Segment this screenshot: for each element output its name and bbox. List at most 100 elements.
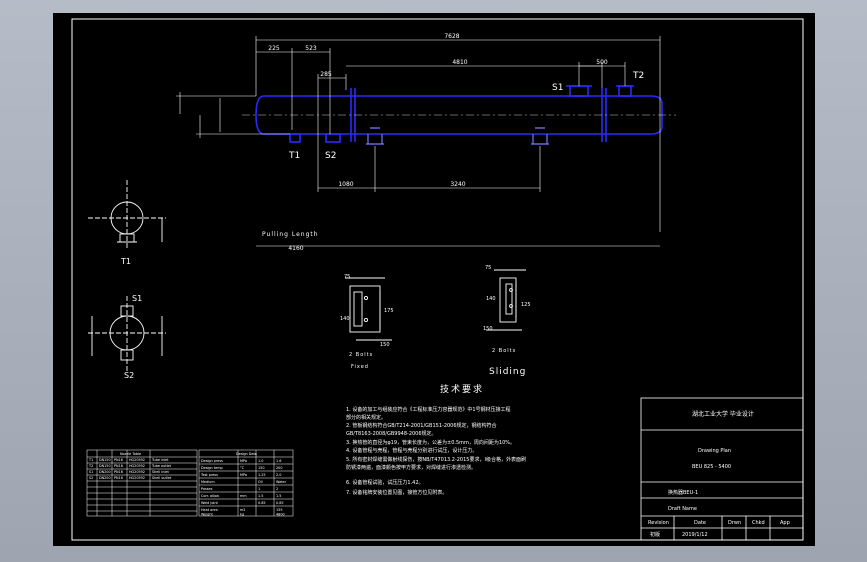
fixed-dim-inner: 175 — [384, 308, 394, 314]
row-date: 2019/1/12 — [682, 532, 708, 538]
design-row: 150 — [258, 466, 264, 470]
note-line: 2. 管板钢结构符合GB/T214-2001/GB151-2006规定，钢结构符… — [346, 422, 497, 429]
design-row: 1.25 — [258, 473, 266, 477]
fixed-caption: Fixed — [351, 364, 369, 370]
cad-drawing-canvas: 7628 225 523 285 4810 500 1080 3240 4160… — [53, 13, 815, 546]
title-company: 湖北工业大学 毕业设计 — [692, 410, 754, 418]
nozzle-row: T1 — [88, 458, 93, 462]
side-label-s2: S2 — [124, 371, 134, 380]
fixed-dim-top: 75 — [344, 274, 350, 280]
design-row: Water — [276, 480, 287, 484]
design-row: Weld joint — [201, 501, 219, 505]
design-row: mm — [240, 494, 247, 498]
title-drawing-name: Drawing Plan — [698, 448, 731, 454]
title-model: BEU 825 - 5400 — [692, 464, 731, 470]
note-line: 防锈漆两遍，面漆颜色按甲方要求，对焊缝进行渗透检测。 — [346, 464, 476, 471]
col-drwn: Drwn — [728, 520, 741, 526]
dim-225: 225 — [268, 45, 280, 52]
dim-3240: 3240 — [450, 181, 465, 188]
note-line: 7. 设备铭牌安装位置见图，接管方位见附表。 — [346, 489, 447, 496]
nozzle-row: Shell inlet — [152, 470, 169, 474]
fixed-dim-side: 140 — [340, 316, 350, 322]
fixed-dim-bottom: 150 — [380, 342, 390, 348]
nozzle-table-header: Nozzle Table — [120, 452, 141, 456]
design-row: Passes — [201, 487, 213, 491]
note-line: 6. 设备管程试验，试压压力1.42。 — [346, 479, 424, 486]
note-line: 部分的相关规定。 — [346, 414, 386, 421]
nozzle-row: HG20592 — [129, 476, 145, 480]
nozzle-row: HG20592 — [129, 458, 145, 462]
col-chkd: Chkd — [752, 520, 765, 526]
dim-1080: 1080 — [338, 181, 353, 188]
design-row: 0.85 — [276, 501, 284, 505]
nozzle-row: DN150 — [99, 458, 111, 462]
label-s2: S2 — [325, 151, 336, 161]
design-row: °C — [240, 466, 245, 470]
design-row: 155 — [276, 508, 282, 512]
side-label-t1: T1 — [120, 257, 131, 266]
design-row: 1.0 — [258, 459, 263, 463]
sliding-caption: Sliding — [489, 367, 526, 377]
design-row: 200 — [276, 466, 282, 470]
dim-4810: 4810 — [452, 59, 467, 66]
design-row: Test press — [200, 473, 218, 477]
col-app: App — [780, 520, 790, 526]
design-row: Design press — [201, 459, 223, 463]
design-row: kg — [240, 513, 244, 517]
nozzle-row: HG20592 — [129, 464, 145, 468]
row-revision: 初版 — [650, 531, 660, 538]
title-drafter: Draft Name — [668, 506, 697, 512]
col-revision: Revision — [648, 520, 669, 526]
design-row: 1.5 — [276, 494, 281, 498]
sliding-dim-top: 75 — [485, 265, 491, 271]
design-row: MPa — [240, 459, 247, 463]
design-row: 4800 — [276, 513, 285, 517]
sliding-bolts: 2 Bolts — [492, 348, 516, 354]
design-row: 1.5 — [258, 494, 263, 498]
design-row: Design temp — [201, 466, 223, 470]
nozzle-row: DN150 — [99, 464, 111, 468]
design-table-header: Design Data — [236, 452, 257, 456]
nozzle-row: S1 — [89, 470, 93, 474]
nozzle-row: DN200 — [99, 476, 111, 480]
note-line: 1. 设备的加工与组装应符合《工程标准压力容器规范》中1号钢材压接工程 — [346, 406, 511, 413]
nozzle-row: S2 — [89, 476, 93, 480]
design-row: 2.0 — [276, 473, 281, 477]
design-row: Medium — [201, 480, 215, 484]
label-t2: T2 — [632, 71, 644, 81]
label-t1: T1 — [288, 151, 300, 161]
nozzle-row: DN200 — [99, 470, 111, 474]
design-row: Weight — [201, 513, 213, 517]
title-drawing-no: 换热器BEU-1 — [668, 489, 698, 496]
dim-500: 500 — [596, 59, 608, 66]
nozzle-row: PN16 — [114, 458, 123, 462]
nozzle-row: PN16 — [114, 464, 123, 468]
design-row: Corr. allow. — [201, 494, 220, 498]
nozzle-row: HG20592 — [129, 470, 145, 474]
fixed-bolts: 2 Bolts — [349, 352, 373, 358]
design-row: Heat area — [201, 508, 218, 512]
sliding-dim-inner: 125 — [521, 302, 531, 308]
col-date: Date — [694, 520, 706, 526]
sliding-dim-side: 140 — [486, 296, 496, 302]
side-label-s1: S1 — [132, 294, 142, 303]
dim-overall-length: 7628 — [444, 33, 459, 40]
design-row: MPa — [240, 473, 247, 477]
dim-523: 523 — [305, 45, 317, 52]
notes-heading: 技术要求 — [440, 383, 484, 395]
design-row: m2 — [240, 508, 245, 512]
note-line: 5. 所有密封焊缝需做射线探伤，按NB/T47013.2-2015要求，I级合格… — [346, 456, 526, 463]
design-row: 0.85 — [258, 501, 266, 505]
design-row: 1 — [258, 487, 260, 491]
label-s1: S1 — [552, 83, 563, 93]
nozzle-row: PN16 — [114, 476, 123, 480]
sliding-dim-bottom: 150 — [483, 326, 493, 332]
design-row: 2 — [276, 487, 278, 491]
nozzle-row: Tube outlet — [151, 464, 172, 468]
design-row: Oil — [258, 480, 263, 484]
dim-285: 285 — [320, 71, 332, 78]
nozzle-row: T2 — [88, 464, 93, 468]
nozzle-row: Shell outlet — [152, 476, 172, 480]
pulling-length-label: Pulling Length — [262, 231, 319, 238]
note-line: 3. 换热管的直径为φ19，管束长度为，公差为±0.5mm，周向间距为10%。 — [346, 439, 515, 446]
